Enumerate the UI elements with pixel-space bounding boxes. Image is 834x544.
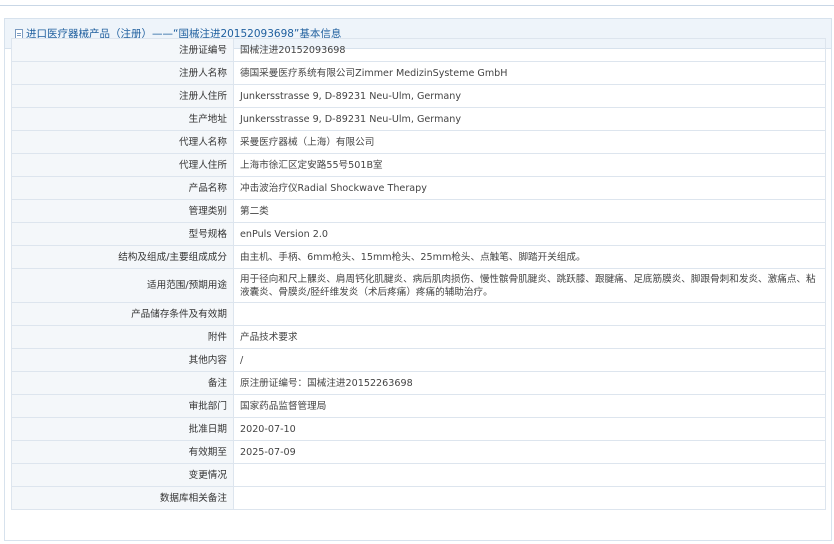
table-row: 数据库相关备注 bbox=[11, 486, 826, 510]
row-value: / bbox=[233, 348, 826, 372]
table-row: 代理人名称 采曼医疗器械（上海）有限公司 bbox=[11, 130, 826, 154]
row-label: 批准日期 bbox=[11, 417, 234, 441]
row-value: 采曼医疗器械（上海）有限公司 bbox=[233, 130, 826, 154]
row-value: enPuls Version 2.0 bbox=[233, 222, 826, 246]
table-row: 附件 产品技术要求 bbox=[11, 325, 826, 349]
top-divider bbox=[0, 5, 834, 6]
table-row: 生产地址 Junkersstrasse 9, D-89231 Neu-Ulm, G… bbox=[11, 107, 826, 131]
table-row: 产品名称 冲击波治疗仪Radial Shockwave Therapy bbox=[11, 176, 826, 200]
row-label: 附件 bbox=[11, 325, 234, 349]
row-label: 生产地址 bbox=[11, 107, 234, 131]
row-value: 2020-07-10 bbox=[233, 417, 826, 441]
row-value: 上海市徐汇区定安路55号501B室 bbox=[233, 153, 826, 177]
row-value: Junkersstrasse 9, D-89231 Neu-Ulm, Germa… bbox=[233, 107, 826, 131]
row-label: 其他内容 bbox=[11, 348, 234, 372]
table-row: 注册人住所 Junkersstrasse 9, D-89231 Neu-Ulm, … bbox=[11, 84, 826, 108]
table-row: 备注 原注册证编号：国械注进20152263698 bbox=[11, 371, 826, 395]
row-value bbox=[233, 486, 826, 510]
row-label: 产品名称 bbox=[11, 176, 234, 200]
row-label: 管理类别 bbox=[11, 199, 234, 223]
row-label: 注册人名称 bbox=[11, 61, 234, 85]
table-row: 结构及组成/主要组成成分 由主机、手柄、6mm枪头、15mm枪头、25mm枪头、点… bbox=[11, 245, 826, 269]
row-value: 由主机、手柄、6mm枪头、15mm枪头、25mm枪头、点触笔、脚踏开关组成。 bbox=[233, 245, 826, 269]
table-row: 注册证编号 国械注进20152093698 bbox=[11, 38, 826, 62]
row-label: 备注 bbox=[11, 371, 234, 395]
row-label: 变更情况 bbox=[11, 463, 234, 487]
row-label: 代理人住所 bbox=[11, 153, 234, 177]
table-row: 产品储存条件及有效期 bbox=[11, 302, 826, 326]
document-icon bbox=[15, 28, 23, 39]
table-row: 适用范围/预期用途 用于径向和尺上髁炎、肩周钙化肌腱炎、病后肌肉损伤、慢性髌骨肌腱… bbox=[11, 268, 826, 303]
table-row: 审批部门 国家药品监督管理局 bbox=[11, 394, 826, 418]
table-row: 变更情况 bbox=[11, 463, 826, 487]
row-label: 审批部门 bbox=[11, 394, 234, 418]
row-label: 代理人名称 bbox=[11, 130, 234, 154]
info-table: 注册证编号 国械注进20152093698 注册人名称 德国采曼医疗系统有限公司Zi… bbox=[11, 38, 826, 510]
row-value: 国家药品监督管理局 bbox=[233, 394, 826, 418]
table-row: 有效期至 2025-07-09 bbox=[11, 440, 826, 464]
row-label: 型号规格 bbox=[11, 222, 234, 246]
table-row: 注册人名称 德国采曼医疗系统有限公司Zimmer MedizinSysteme G… bbox=[11, 61, 826, 85]
table-row: 管理类别 第二类 bbox=[11, 199, 826, 223]
row-label: 注册人住所 bbox=[11, 84, 234, 108]
row-value bbox=[233, 463, 826, 487]
row-label: 结构及组成/主要组成成分 bbox=[11, 245, 234, 269]
row-value: 2025-07-09 bbox=[233, 440, 826, 464]
row-value: 第二类 bbox=[233, 199, 826, 223]
row-value: 用于径向和尺上髁炎、肩周钙化肌腱炎、病后肌肉损伤、慢性髌骨肌腱炎、跳跃膝、跟腱痛… bbox=[233, 268, 826, 303]
table-row: 型号规格 enPuls Version 2.0 bbox=[11, 222, 826, 246]
row-label: 有效期至 bbox=[11, 440, 234, 464]
row-label: 数据库相关备注 bbox=[11, 486, 234, 510]
row-value: 冲击波治疗仪Radial Shockwave Therapy bbox=[233, 176, 826, 200]
row-value: 德国采曼医疗系统有限公司Zimmer MedizinSysteme GmbH bbox=[233, 61, 826, 85]
row-value: 国械注进20152093698 bbox=[233, 38, 826, 62]
row-value bbox=[233, 302, 826, 326]
row-label: 产品储存条件及有效期 bbox=[11, 302, 234, 326]
table-row: 代理人住所 上海市徐汇区定安路55号501B室 bbox=[11, 153, 826, 177]
row-value: 原注册证编号：国械注进20152263698 bbox=[233, 371, 826, 395]
table-row: 其他内容 / bbox=[11, 348, 826, 372]
row-label: 注册证编号 bbox=[11, 38, 234, 62]
row-label: 适用范围/预期用途 bbox=[11, 268, 234, 303]
row-value: Junkersstrasse 9, D-89231 Neu-Ulm, Germa… bbox=[233, 84, 826, 108]
table-row: 批准日期 2020-07-10 bbox=[11, 417, 826, 441]
row-value: 产品技术要求 bbox=[233, 325, 826, 349]
